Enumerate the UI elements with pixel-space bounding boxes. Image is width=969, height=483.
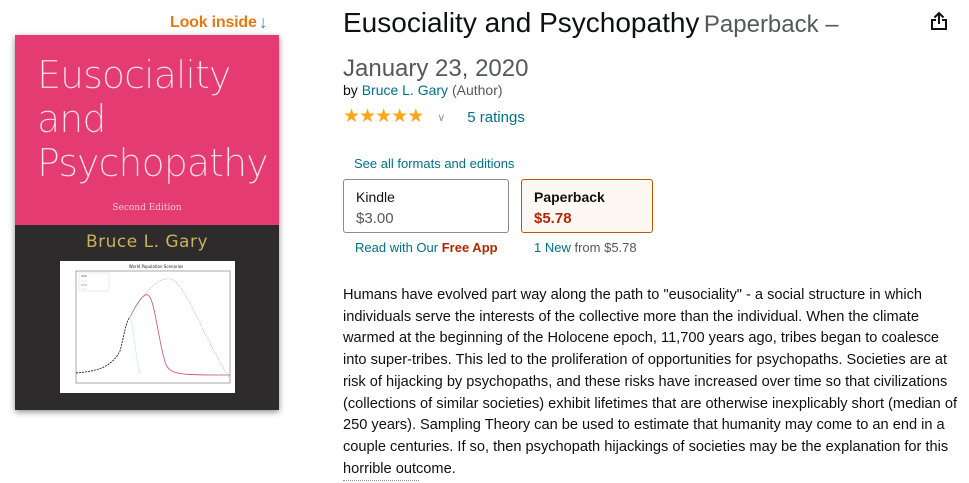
star-icon: ★ [375,106,393,127]
format-name: Kindle [356,189,395,205]
look-inside-label: Look inside [170,13,257,31]
star-icon: ★ [391,106,409,127]
book-title: Eusociality and Psychopathy [343,7,700,38]
share-button[interactable] [919,5,959,41]
author-link[interactable]: Bruce L. Gary [362,82,448,98]
book-description: Humans have evolved part way along the p… [343,287,957,477]
star-icon: ★ [359,106,377,127]
read-more-divider [343,480,419,481]
format-option-paperback[interactable]: Paperback $5.78 [521,179,653,233]
cover-edition: Second Edition [112,203,182,213]
rating-row: ★ ★ ★ ★ ★ ∨ 5 ratings [343,107,525,127]
new-from-price: from $5.78 [574,240,637,255]
format-price: $5.78 [534,210,572,227]
format-option-kindle[interactable]: Kindle $3.00 [343,179,509,233]
format-name: Paperback [534,189,605,205]
new-count: 1 New [534,240,571,255]
new-offers-link[interactable]: 1 New from $5.78 [534,240,637,255]
see-all-formats-link[interactable]: See all formats and editions [354,156,514,171]
look-inside-link[interactable]: Look inside ↓ [170,12,268,33]
arrow-down-icon: ↓ [258,12,268,32]
cover-chart-title: World Population Scenarios [129,264,184,269]
cover-title: Eusociality and Psychopathy [37,53,269,185]
free-app-prefix: Read with Our [355,240,439,255]
product-title: Eusociality and Psychopathy Paperback – … [343,2,903,92]
free-app-link[interactable]: Read with Our Free App [355,240,498,255]
book-cover-image[interactable]: Eusociality and Psychopathy Second Editi… [15,35,279,410]
ratings-count-link[interactable]: 5 ratings [467,109,525,126]
star-rating[interactable]: ★ ★ ★ ★ ★ [343,106,425,127]
star-icon: ★ [407,106,425,127]
format-price: $3.00 [356,210,394,227]
by-label: by [343,82,358,98]
cover-author: Bruce L. Gary [85,232,209,252]
byline: by Bruce L. Gary (Author) [343,82,503,98]
star-icon: ★ [343,106,361,127]
cover-chart: World Population Scenarios [60,261,235,393]
free-app-highlight: Free App [441,240,498,255]
author-role: (Author) [451,82,503,98]
share-icon [930,11,948,35]
chevron-down-icon[interactable]: ∨ [437,111,445,124]
